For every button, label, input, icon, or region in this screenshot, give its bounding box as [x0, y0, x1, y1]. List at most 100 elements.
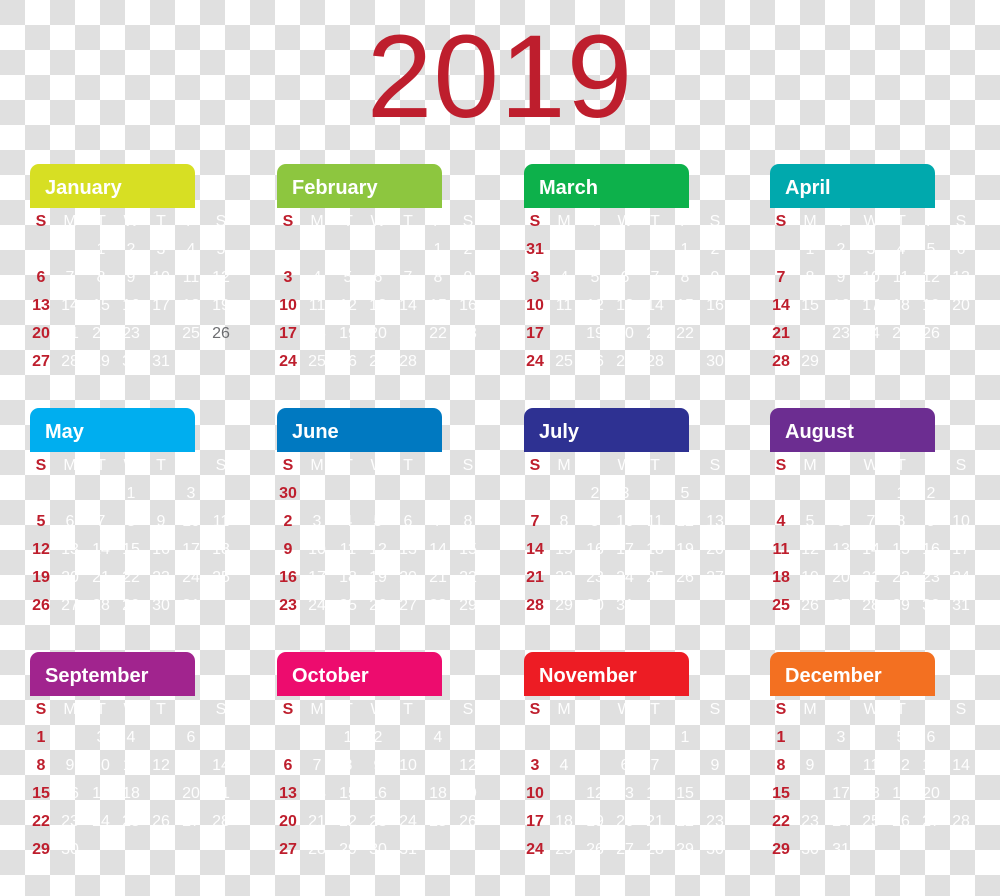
month-june: June S M T W T F S 30 1 2 3 4 5 6 7 8 9 10 11 12 13 14 15 16 17 18…: [277, 408, 524, 652]
weekday-label: F: [433, 213, 443, 230]
date-cell: 7: [530, 513, 540, 530]
date-cell: 24: [952, 569, 970, 586]
date-cell: 21: [212, 785, 230, 802]
date-cell: 26: [586, 353, 604, 370]
weekday-label: S: [282, 701, 294, 718]
date-cell: 5: [216, 241, 226, 258]
date-cell: 14: [212, 757, 230, 774]
weekday-label: W: [617, 213, 633, 230]
date-cell: 9: [156, 513, 166, 530]
weekday-label: F: [186, 457, 196, 474]
date-cell: 26: [212, 325, 230, 342]
weekday-label: S: [709, 457, 721, 474]
date-cell: 4: [559, 269, 569, 286]
weekday-label: S: [215, 213, 227, 230]
date-cell: 19: [676, 541, 694, 558]
date-cell: 26: [586, 841, 604, 858]
weekday-label: W: [863, 701, 879, 718]
date-cell: 19: [892, 785, 910, 802]
date-cell: 9: [373, 757, 383, 774]
date-cell: 9: [283, 541, 293, 558]
date-cell: 15: [676, 297, 694, 314]
date-cell: 9: [710, 269, 720, 286]
date-cell: 11: [892, 269, 910, 286]
date-cell: 21: [308, 813, 326, 830]
date-cell: 31: [399, 841, 417, 858]
weekday-label: F: [926, 213, 936, 230]
date-cell: 26: [459, 813, 477, 830]
date-cell: 16: [706, 297, 724, 314]
date-cell: 30: [586, 597, 604, 614]
date-cell: 27: [399, 597, 417, 614]
date-cell: 4: [776, 513, 786, 530]
date-cell: 9: [126, 269, 136, 286]
date-cell: 3: [312, 513, 322, 530]
date-cell: 11: [772, 541, 790, 558]
date-cell: 17: [152, 297, 170, 314]
date-cell: 6: [620, 757, 630, 774]
date-cell: 20: [32, 325, 50, 342]
month-header: October: [277, 652, 442, 696]
date-cell: 7: [216, 729, 226, 746]
date-cell: 15: [339, 785, 357, 802]
weekday-label: F: [680, 213, 690, 230]
date-cell: 17: [526, 325, 544, 342]
date-cell: 28: [862, 597, 880, 614]
weekday-label: T: [896, 213, 906, 230]
month-january: January S M T W T F S 1 2 3 4 5 6 7 8 9 10 11 12 13 14 15 16 17 1…: [30, 164, 277, 408]
date-cell: 26: [32, 597, 50, 614]
date-cell: 3: [96, 729, 106, 746]
date-cell: 1: [559, 485, 569, 502]
weekday-label: M: [63, 457, 77, 474]
date-cell: 24: [616, 569, 634, 586]
weekday-label: S: [775, 457, 787, 474]
date-cell: 23: [61, 813, 79, 830]
date-cell: 3: [956, 485, 966, 502]
date-cell: 8: [896, 513, 906, 530]
date-cell: 23: [586, 569, 604, 586]
date-cell: 3: [403, 729, 413, 746]
month-header: September: [30, 652, 195, 696]
date-cell: 20: [922, 785, 940, 802]
date-cell: 7: [65, 269, 75, 286]
date-cell: 11: [308, 297, 326, 314]
date-cell: 23: [369, 813, 387, 830]
date-cell: 24: [832, 813, 850, 830]
date-cell: 2: [156, 485, 166, 502]
date-cell: 25: [862, 813, 880, 830]
date-cell: 28: [646, 353, 664, 370]
month-header: November: [524, 652, 689, 696]
date-cell: 10: [526, 785, 544, 802]
date-cell: 6: [836, 513, 846, 530]
date-cell: 29: [676, 841, 694, 858]
date-cell: 28: [429, 597, 447, 614]
date-cell: 24: [526, 353, 544, 370]
date-cell: 28: [952, 813, 970, 830]
date-cell: 25: [308, 353, 326, 370]
date-cell: 23: [706, 813, 724, 830]
date-cell: 1: [96, 241, 106, 258]
date-cell: 15: [32, 785, 50, 802]
date-cell: 7: [776, 269, 786, 286]
date-cell: 12: [32, 541, 50, 558]
date-cell: 27: [182, 813, 200, 830]
weekday-label: F: [433, 701, 443, 718]
date-cell: 20: [952, 297, 970, 314]
date-cell: 20: [369, 325, 387, 342]
date-cell: 28: [61, 353, 79, 370]
date-cell: 23: [122, 325, 140, 342]
month-july: July S M T W T F S 1 2 3 4 5 6 7 8 9 10 11 12 13 14 15 16 17 18 19…: [524, 408, 771, 652]
date-cell: 17: [862, 297, 880, 314]
month-march: March S M T W T F S 31 1 2 3 4 5 6 7 8 9 10 11 12 13 14 15 16 17 1…: [524, 164, 771, 408]
date-cell: 5: [36, 513, 46, 530]
date-cell: 4: [186, 241, 196, 258]
weekday-label: S: [462, 701, 474, 718]
weekday-label: W: [370, 213, 386, 230]
date-cell: 10: [616, 513, 634, 530]
date-cell: 10: [399, 757, 417, 774]
month-header: March: [524, 164, 689, 208]
date-cell: 30: [706, 841, 724, 858]
weekday-label: T: [896, 701, 906, 718]
date-cell: 6: [65, 513, 75, 530]
weekday-label: S: [955, 213, 967, 230]
